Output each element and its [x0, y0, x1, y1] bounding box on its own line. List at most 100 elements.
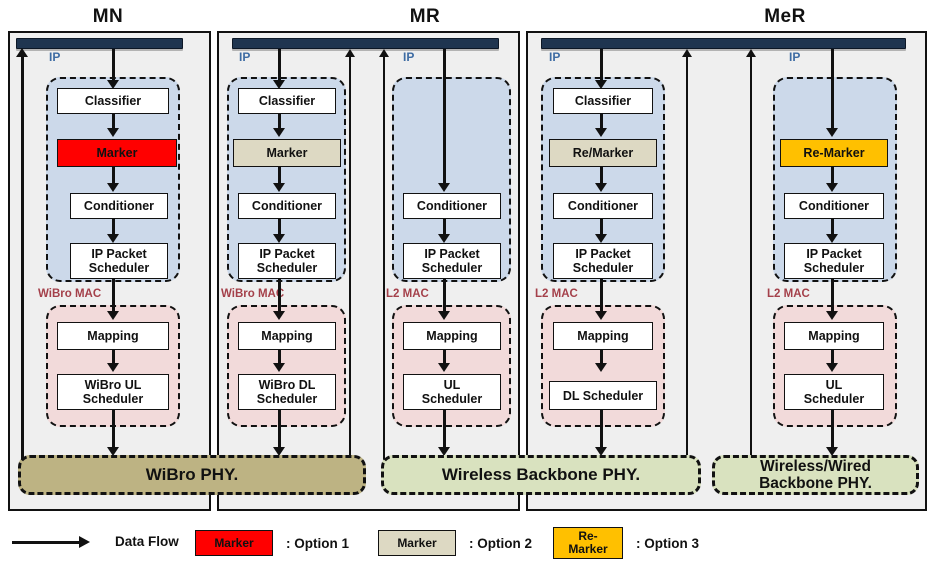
flow-head-mn-5 [107, 363, 119, 372]
block-mr-access-ip-packet-scheduler[interactable]: IP Packet Scheduler [238, 243, 336, 279]
block-mr-backbone-conditioner[interactable]: Conditioner [403, 193, 501, 219]
legend-data-flow: Data Flow [12, 534, 179, 549]
flow-head-mra-5 [273, 363, 285, 372]
ip-bar-mr [232, 38, 499, 49]
phy-bar-wireless-backbone[interactable]: Wireless Backbone PHY. [381, 455, 701, 495]
legend-option-1: Marker : Option 1 [195, 530, 349, 556]
flow-head-merb-1 [826, 183, 838, 192]
flow-head-mrb-0 [438, 183, 450, 192]
block-mer-backbone-ip-packet-scheduler[interactable]: IP Packet Scheduler [784, 243, 884, 279]
flow-mrb-4 [443, 410, 446, 450]
flow-mra-6 [278, 410, 281, 450]
legend: Data Flow Marker : Option 1 Marker : Opt… [0, 518, 935, 567]
block-mr-backbone-ul-scheduler[interactable]: UL Scheduler [403, 374, 501, 410]
return-arrow-shaft-mr-b [383, 56, 385, 481]
flow-head-mra-1 [273, 128, 285, 137]
block-mer-access-mapping[interactable]: Mapping [553, 322, 653, 350]
legend-swatch-option-3: Re- Marker [553, 527, 623, 559]
flow-mrb-0 [443, 49, 446, 186]
legend-option-1-caption: : Option 1 [286, 535, 349, 551]
flow-head-mn-4 [107, 311, 119, 320]
flow-mra-0 [278, 49, 281, 83]
ip-label-mer-backbone: IP [789, 50, 801, 64]
return-arrow-head-mer-a [682, 49, 692, 57]
data-flow-arrow-icon [12, 535, 90, 548]
flow-head-mra-2 [273, 183, 285, 192]
block-mr-backbone-mapping[interactable]: Mapping [403, 322, 501, 350]
block-mer-access-conditioner[interactable]: Conditioner [553, 193, 653, 219]
legend-swatch-option-2: Marker [378, 530, 456, 556]
return-arrow-head-mn [16, 48, 28, 57]
flow-head-merb-2 [826, 234, 838, 243]
block-mr-access-mapping[interactable]: Mapping [238, 322, 336, 350]
block-mr-access-wibro-dl-scheduler[interactable]: WiBro DL Scheduler [238, 374, 336, 410]
return-arrow-shaft-mn [21, 56, 24, 481]
block-mn-wibro-ul-scheduler[interactable]: WiBro UL Scheduler [57, 374, 169, 410]
flow-head-merb-4 [826, 363, 838, 372]
ip-label-mn: IP [49, 50, 61, 64]
flow-head-mrb-3 [438, 363, 450, 372]
flow-head-mera-5 [595, 363, 607, 372]
mac-label-mer-backbone: L2 MAC [767, 288, 810, 300]
return-arrow-head-mer-b [746, 49, 756, 57]
block-mr-access-marker[interactable]: Marker [233, 139, 341, 167]
block-mr-backbone-ip-packet-scheduler[interactable]: IP Packet Scheduler [403, 243, 501, 279]
flow-merb-0 [831, 49, 834, 132]
mac-label-mr-backbone: L2 MAC [386, 288, 429, 300]
flow-head-mrb-2 [438, 311, 450, 320]
block-mer-access-dl-scheduler[interactable]: DL Scheduler [549, 381, 657, 410]
phy-bar-wibro[interactable]: WiBro PHY. [18, 455, 366, 495]
block-mer-backbone-re-marker[interactable]: Re-Marker [780, 139, 888, 167]
block-mn-classifier[interactable]: Classifier [57, 88, 169, 114]
phy-bar-wireless-wired-backbone[interactable]: Wireless/Wired Backbone PHY. [712, 455, 919, 495]
flow-merb-3 [831, 279, 834, 314]
group-title-mer: MeR [764, 6, 806, 27]
flow-head-mera-2 [595, 183, 607, 192]
block-mr-access-classifier[interactable]: Classifier [238, 88, 336, 114]
ip-label-mr-access: IP [239, 50, 251, 64]
flow-mera-4 [600, 279, 603, 314]
legend-data-flow-label: Data Flow [115, 534, 179, 549]
flow-mrb-2 [443, 279, 446, 314]
mac-label-mer-access: L2 MAC [535, 288, 578, 300]
block-mer-backbone-mapping[interactable]: Mapping [784, 322, 884, 350]
block-mn-marker[interactable]: Marker [57, 139, 177, 167]
flow-mera-0 [600, 49, 603, 83]
flow-mra-4 [278, 279, 281, 314]
legend-option-2: Marker : Option 2 [378, 530, 532, 556]
block-mer-access-ip-packet-scheduler[interactable]: IP Packet Scheduler [553, 243, 653, 279]
block-mn-ip-packet-scheduler[interactable]: IP Packet Scheduler [70, 243, 168, 279]
mac-label-mr-access: WiBro MAC [221, 288, 285, 300]
block-mn-mapping[interactable]: Mapping [57, 322, 169, 350]
return-arrow-shaft-mer-b [750, 56, 752, 481]
return-arrow-shaft-mer-a [686, 56, 688, 481]
flow-head-mera-3 [595, 234, 607, 243]
block-mn-conditioner[interactable]: Conditioner [70, 193, 168, 219]
legend-option-2-caption: : Option 2 [469, 535, 532, 551]
return-arrow-head-mr-a [345, 49, 355, 57]
block-mer-access-re-marker[interactable]: Re/Marker [549, 139, 657, 167]
legend-swatch-option-1: Marker [195, 530, 273, 556]
flow-head-mera-1 [595, 128, 607, 137]
flow-head-mra-3 [273, 234, 285, 243]
flow-merb-5 [831, 410, 834, 450]
block-mr-access-conditioner[interactable]: Conditioner [238, 193, 336, 219]
mac-label-mn: WiBro MAC [38, 288, 102, 300]
return-arrow-shaft-mr-a [349, 56, 351, 481]
flow-head-mn-1 [107, 128, 119, 137]
ip-label-mer-access: IP [549, 50, 561, 64]
flow-head-mra-4 [273, 311, 285, 320]
ip-bar-mn [16, 38, 183, 49]
flow-mn-6 [112, 410, 115, 450]
flow-head-mera-4 [595, 311, 607, 320]
flow-head-mn-3 [107, 234, 119, 243]
flow-head-merb-3 [826, 311, 838, 320]
block-mer-backbone-ul-scheduler[interactable]: UL Scheduler [784, 374, 884, 410]
flow-head-mrb-1 [438, 234, 450, 243]
ip-label-mr-backbone: IP [403, 50, 415, 64]
group-title-mn: MN [92, 6, 124, 27]
return-arrow-head-mr-b [379, 49, 389, 57]
block-mer-access-classifier[interactable]: Classifier [553, 88, 653, 114]
block-mer-backbone-conditioner[interactable]: Conditioner [784, 193, 884, 219]
flow-mn-4 [112, 279, 115, 314]
